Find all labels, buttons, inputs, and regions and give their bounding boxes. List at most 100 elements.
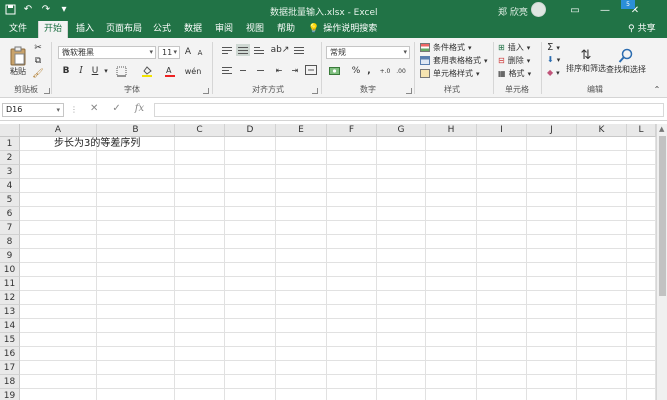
formula-input[interactable] (154, 103, 664, 117)
row-header-12[interactable]: 12 (0, 291, 20, 305)
column-header-f[interactable]: F (327, 124, 377, 137)
phonetic-icon[interactable]: wén (185, 65, 202, 77)
italic-button[interactable]: I (75, 65, 87, 77)
tab-help[interactable]: 帮助 (274, 21, 298, 38)
font-size-select[interactable]: 11 ▾ (158, 46, 180, 59)
row-header-6[interactable]: 6 (0, 207, 20, 221)
row-header-11[interactable]: 11 (0, 277, 20, 291)
align-middle-icon[interactable] (236, 44, 250, 56)
column-header-e[interactable]: E (276, 124, 327, 137)
percent-style-button[interactable]: % (350, 65, 362, 77)
align-bottom-icon[interactable] (252, 44, 266, 56)
delete-cells-button[interactable]: ⊟ 删除 ▾ (498, 55, 530, 66)
column-header-i[interactable]: I (477, 124, 527, 137)
tab-page-layout[interactable]: 页面布局 (103, 21, 145, 38)
row-header-13[interactable]: 13 (0, 305, 20, 319)
row-header-5[interactable]: 5 (0, 193, 20, 207)
paste-button[interactable]: 粘贴 (6, 42, 30, 80)
tab-review[interactable]: 审阅 (212, 21, 236, 38)
format-as-table-button[interactable]: 套用表格格式 ▾ (420, 55, 488, 66)
scrollbar-thumb[interactable] (659, 136, 666, 296)
ribbon-display-icon[interactable]: ▭ (560, 0, 590, 21)
comma-style-button[interactable]: , (364, 65, 374, 77)
number-format-select[interactable]: 常规 ▾ (326, 46, 410, 59)
undo-icon[interactable]: ↶ (22, 3, 34, 15)
underline-button[interactable]: U (89, 65, 101, 77)
redo-icon[interactable]: ↷ (40, 3, 52, 15)
insert-function-icon[interactable]: fx (135, 103, 144, 114)
orientation-icon[interactable]: ab↗ (271, 44, 290, 56)
column-header-a[interactable]: A (20, 124, 97, 137)
row-header-18[interactable]: 18 (0, 375, 20, 389)
row-header-2[interactable]: 2 (0, 151, 20, 165)
decrease-decimal-button[interactable]: .00 (394, 65, 408, 77)
customize-qat-icon[interactable]: ▾ (58, 3, 70, 15)
minimize-icon[interactable]: — (590, 0, 620, 21)
tab-file[interactable]: 文件 (6, 21, 30, 38)
row-header-14[interactable]: 14 (0, 319, 20, 333)
row-header-7[interactable]: 7 (0, 221, 20, 235)
decrease-indent-icon[interactable]: ⇤ (272, 64, 286, 76)
row-header-4[interactable]: 4 (0, 179, 20, 193)
clipboard-launcher-icon[interactable] (44, 88, 50, 94)
shrink-font-icon[interactable]: A (195, 48, 205, 58)
format-cells-button[interactable]: ▦ 格式 ▾ (498, 68, 531, 79)
tell-me-search[interactable]: 💡 操作说明搜索 (308, 21, 377, 38)
find-select-button[interactable]: 查找和选择 (606, 41, 646, 81)
column-header-l[interactable]: L (627, 124, 656, 137)
tab-data[interactable]: 数据 (181, 21, 205, 38)
row-header-1[interactable]: 1 (0, 137, 20, 151)
worksheet-grid[interactable]: ABCDEFGHIJKL 1 2 3 4 5 6 7 8 9 10 11 12 13 14 15 16 17 18… (0, 124, 667, 400)
column-header-k[interactable]: K (577, 124, 627, 137)
row-header-19[interactable]: 19 (0, 389, 20, 400)
bold-button[interactable]: B (60, 65, 72, 77)
align-top-icon[interactable] (220, 44, 234, 56)
align-center-icon[interactable] (236, 64, 250, 76)
cell-a1[interactable]: 步长为3的等差序列 (54, 137, 140, 151)
align-left-icon[interactable] (220, 64, 234, 76)
fill-color-icon[interactable] (140, 64, 154, 77)
column-header-c[interactable]: C (175, 124, 225, 137)
share-button[interactable]: ⚲ 共享 (628, 21, 656, 38)
column-header-b[interactable]: B (97, 124, 175, 137)
increase-decimal-button[interactable]: +.0 (378, 65, 392, 77)
tab-formulas[interactable]: 公式 (150, 21, 174, 38)
autosum-button[interactable]: Σ ▾ (547, 42, 560, 53)
row-header-9[interactable]: 9 (0, 249, 20, 263)
name-box[interactable]: D16 ▾ (2, 103, 64, 117)
cell-styles-button[interactable]: 单元格样式 ▾ (420, 68, 480, 79)
grow-font-icon[interactable]: A (183, 46, 193, 58)
cut-icon[interactable]: ✂ (32, 43, 44, 53)
user-name[interactable]: 郑 欣亮 (498, 5, 528, 18)
column-header-g[interactable]: G (377, 124, 426, 137)
align-right-icon[interactable] (252, 64, 266, 76)
avatar[interactable] (531, 2, 546, 17)
column-header-h[interactable]: H (426, 124, 477, 137)
format-painter-icon[interactable]: 🖌 (32, 69, 44, 79)
tab-view[interactable]: 视图 (243, 21, 267, 38)
row-header-15[interactable]: 15 (0, 333, 20, 347)
number-launcher-icon[interactable] (406, 88, 412, 94)
column-header-d[interactable]: D (225, 124, 276, 137)
borders-icon[interactable] (114, 65, 128, 77)
vertical-scrollbar[interactable]: ▲ (656, 124, 667, 400)
formula-bar-resize-handle[interactable]: ⋮ (70, 105, 78, 114)
clear-button[interactable]: ◆ ▾ (547, 68, 560, 77)
insert-cells-button[interactable]: ⊞ 插入 ▾ (498, 42, 530, 53)
font-color-icon[interactable]: A (163, 64, 177, 77)
accounting-format-icon[interactable] (328, 65, 344, 77)
confirm-icon[interactable]: ✓ (112, 103, 120, 114)
copy-icon[interactable]: ⧉ (32, 56, 44, 66)
font-name-select[interactable]: 微软雅黑 ▾ (58, 46, 156, 59)
select-all-corner[interactable] (0, 124, 20, 137)
row-header-3[interactable]: 3 (0, 165, 20, 179)
wrap-text-icon[interactable] (292, 44, 306, 56)
alignment-launcher-icon[interactable] (312, 88, 318, 94)
row-header-17[interactable]: 17 (0, 361, 20, 375)
merge-center-icon[interactable] (304, 64, 318, 76)
underline-dropdown-icon[interactable]: ▾ (102, 65, 110, 77)
increase-indent-icon[interactable]: ⇥ (288, 64, 302, 76)
collapse-ribbon-icon[interactable]: ⌃ (652, 84, 662, 94)
save-icon[interactable] (4, 3, 16, 15)
column-header-j[interactable]: J (527, 124, 577, 137)
